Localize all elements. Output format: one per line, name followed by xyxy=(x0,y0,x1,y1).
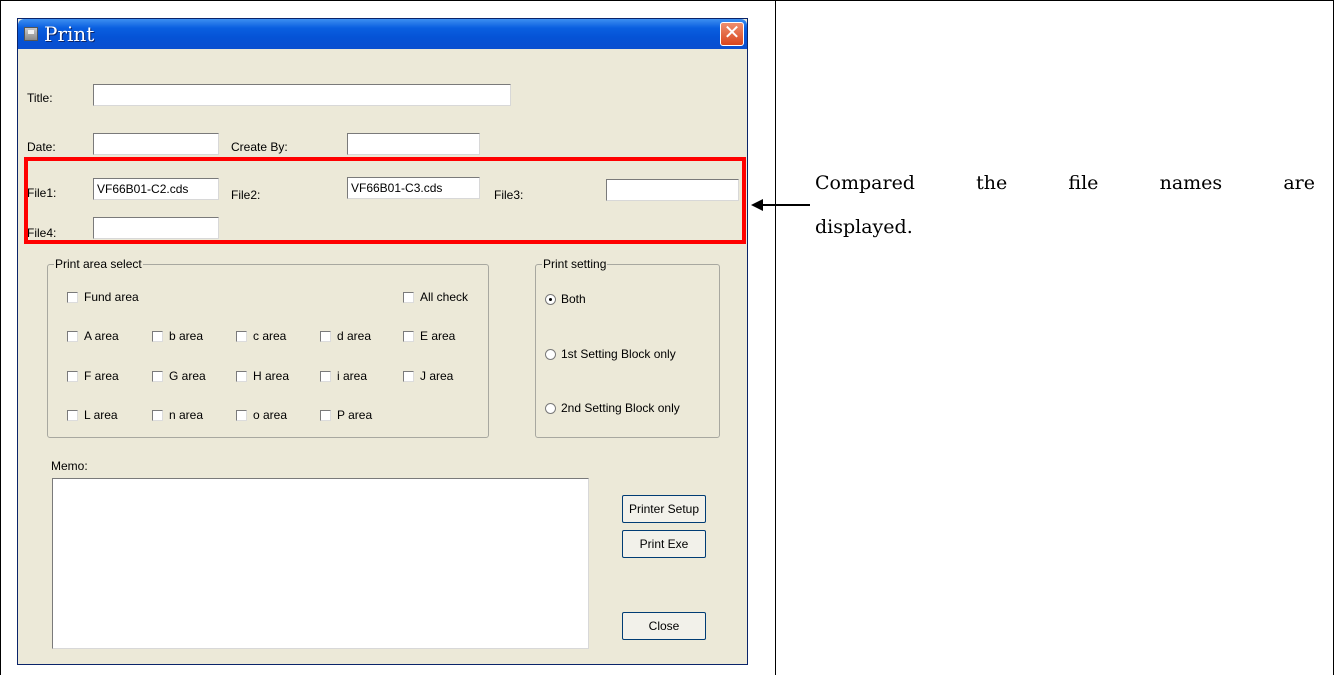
table-divider xyxy=(775,0,776,675)
memo-label: Memo: xyxy=(51,459,88,473)
title-bar[interactable]: Print ✕ xyxy=(18,19,747,49)
checkbox-box xyxy=(320,370,331,382)
area-a-checkbox[interactable]: A area xyxy=(67,329,119,343)
print-exe-button[interactable]: Print Exe xyxy=(622,530,706,558)
checkbox-box xyxy=(67,409,78,421)
checkbox-box xyxy=(403,370,414,382)
checkbox-box xyxy=(403,291,414,303)
checkbox-box xyxy=(236,409,247,421)
second-setting-radio[interactable]: 2nd Setting Block only xyxy=(545,401,680,415)
all-check-checkbox[interactable]: All check xyxy=(403,290,468,304)
both-radio[interactable]: Both xyxy=(545,292,586,306)
print-dialog: Print ✕ Title: Date: Create By: File1: V… xyxy=(17,18,748,665)
area-j-checkbox[interactable]: J area xyxy=(403,369,453,383)
checkbox-box xyxy=(236,330,247,342)
memo-textarea[interactable] xyxy=(52,478,589,649)
checkbox-box xyxy=(152,409,163,421)
area-n-checkbox[interactable]: n area xyxy=(152,408,203,422)
area-p-checkbox[interactable]: P area xyxy=(320,408,372,422)
annotation-line2: displayed. xyxy=(815,216,913,238)
checkbox-box xyxy=(152,330,163,342)
printer-setup-button[interactable]: Printer Setup xyxy=(622,495,706,523)
area-i-checkbox[interactable]: i area xyxy=(320,369,367,383)
area-f-checkbox[interactable]: F area xyxy=(67,369,119,383)
annotation-line1: Compared the file names are xyxy=(815,172,1315,194)
area-b-checkbox[interactable]: b area xyxy=(152,329,203,343)
close-window-button[interactable]: ✕ xyxy=(720,22,744,46)
radio-circle xyxy=(545,402,556,414)
file-names-highlight xyxy=(24,157,746,244)
area-g-checkbox[interactable]: G area xyxy=(152,369,206,383)
print-area-group: Print area select Fund area All check A … xyxy=(47,257,489,438)
create-by-label: Create By: xyxy=(231,140,288,154)
area-h-checkbox[interactable]: H area xyxy=(236,369,289,383)
checkbox-box xyxy=(67,370,78,382)
create-by-field[interactable] xyxy=(347,133,480,155)
print-setting-legend: Print setting xyxy=(542,257,608,271)
first-setting-radio[interactable]: 1st Setting Block only xyxy=(545,347,676,361)
checkbox-box xyxy=(403,330,414,342)
arrow-line xyxy=(760,204,810,206)
title-field[interactable] xyxy=(93,84,511,106)
checkbox-box xyxy=(320,330,331,342)
window-title: Print xyxy=(44,22,95,46)
title-label: Title: xyxy=(27,91,53,105)
area-d-checkbox[interactable]: d area xyxy=(320,329,371,343)
area-o-checkbox[interactable]: o area xyxy=(236,408,287,422)
checkbox-box xyxy=(67,330,78,342)
date-label: Date: xyxy=(27,140,56,154)
area-l-checkbox[interactable]: L area xyxy=(67,408,118,422)
area-c-checkbox[interactable]: c area xyxy=(236,329,286,343)
radio-circle xyxy=(545,293,556,305)
print-area-legend: Print area select xyxy=(54,257,143,271)
checkbox-box xyxy=(67,291,78,303)
checkbox-box xyxy=(236,370,247,382)
print-setting-group: Print setting Both 1st Setting Block onl… xyxy=(535,257,720,438)
checkbox-box xyxy=(320,409,331,421)
date-field[interactable] xyxy=(93,133,219,155)
area-e-checkbox[interactable]: E area xyxy=(403,329,455,343)
radio-circle xyxy=(545,348,556,360)
window-icon xyxy=(24,27,38,41)
fund-area-checkbox[interactable]: Fund area xyxy=(67,290,139,304)
checkbox-box xyxy=(152,370,163,382)
close-button[interactable]: Close xyxy=(622,612,706,640)
